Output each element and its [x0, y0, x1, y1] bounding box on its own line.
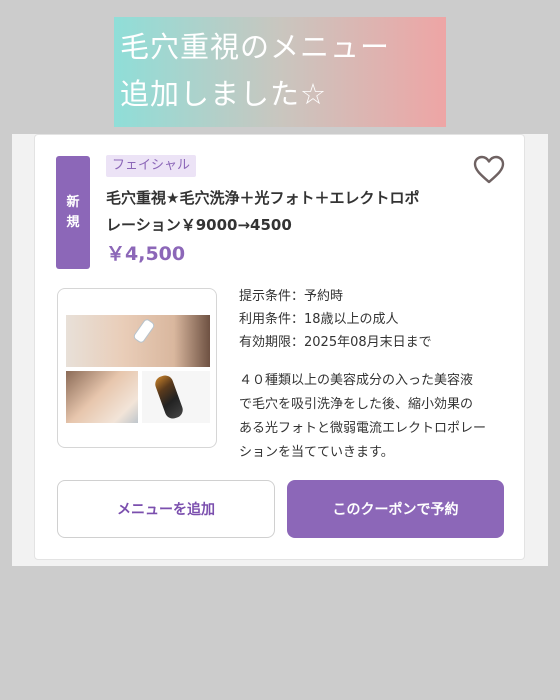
banner-line-1: 毛穴重視のメニュー: [120, 30, 391, 64]
coupon-conditions: 提示条件：予約時 利用条件：18歳以上の成人 有効期限：2025年08月末日まで: [239, 285, 509, 354]
reserve-with-coupon-button[interactable]: このクーポンで予約: [287, 480, 504, 538]
condition-presentation: 提示条件：予約時: [239, 289, 344, 304]
banner-line-2: 追加しました☆: [120, 77, 327, 111]
photo-treatment: [66, 371, 138, 423]
condition-usage: 利用条件：18歳以上の成人: [239, 312, 399, 327]
favorite-button[interactable]: [472, 154, 506, 186]
coupon-price: ￥4,500: [106, 243, 186, 265]
category-tag: フェイシャル: [106, 155, 197, 177]
description-line-4: ションを当てていきます。: [239, 445, 394, 460]
coupon-card: 新 規 フェイシャル 毛穴重視★毛穴洗浄＋光フォト＋エレクトロポ レーション￥9…: [34, 134, 525, 560]
description-line-2: で毛穴を吸引洗浄をした後、縮小効果の: [239, 397, 474, 412]
condition-expiry: 有効期限：2025年08月末日まで: [239, 335, 432, 350]
coupon-photo: [57, 288, 217, 448]
coupon-description: ４０種類以上の美容成分の入った美容液 で毛穴を吸引洗浄をした後、縮小効果の ある…: [239, 369, 509, 465]
description-line-3: ある光フォトと微弱電流エレクトロポレー: [239, 421, 487, 436]
new-badge-char-2: 規: [66, 214, 80, 230]
coupon-title: 毛穴重視★毛穴洗浄＋光フォト＋エレクトロポ レーション￥9000→4500: [106, 185, 466, 239]
description-line-1: ４０種類以上の美容成分の入った美容液: [239, 373, 474, 388]
add-menu-button[interactable]: メニューを追加: [57, 480, 275, 538]
coupon-title-line-1: 毛穴重視★毛穴洗浄＋光フォト＋エレクトロポ: [106, 189, 420, 207]
heart-outline-icon: [473, 155, 505, 184]
new-badge: 新 規: [56, 156, 90, 269]
promo-banner: 毛穴重視のメニュー 追加しました☆: [114, 17, 446, 127]
coupon-title-line-2: レーション￥9000→4500: [106, 216, 292, 234]
new-badge-char-1: 新: [66, 194, 80, 210]
